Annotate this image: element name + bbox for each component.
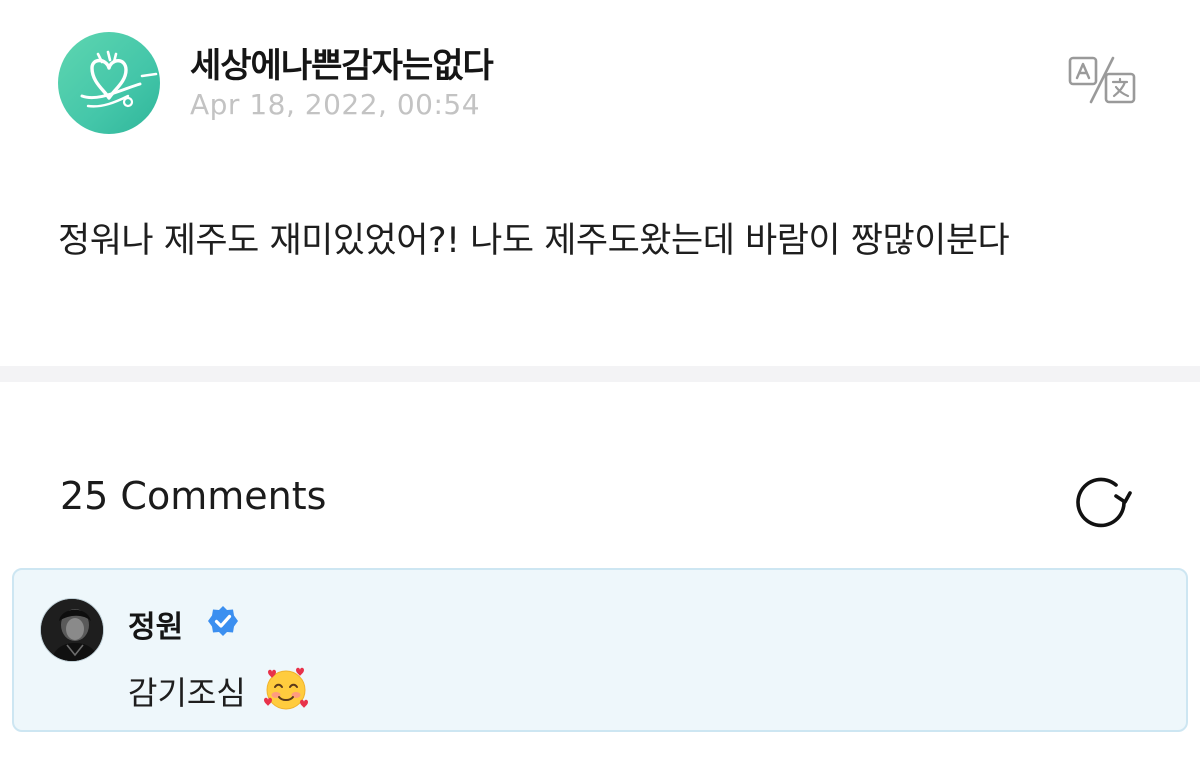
translate-button[interactable] (1066, 54, 1138, 106)
comment-card[interactable]: 정원 감기조심 (12, 568, 1188, 732)
smiling-face-with-hearts-icon (262, 664, 310, 712)
comments-header: 25 Comments (0, 382, 1200, 568)
post-author-avatar[interactable] (58, 32, 160, 134)
refresh-button[interactable] (1072, 474, 1132, 534)
post-body-text: 정워나 제주도 재미있었어?! 나도 제주도왔는데 바람이 짱많이분다 (58, 221, 1010, 261)
commenter-name[interactable]: 정원 (128, 602, 183, 646)
commenter-avatar[interactable] (40, 598, 104, 662)
comments-count: 25 Comments (60, 474, 327, 518)
post: 세상에나쁜감자는없다 Apr 18, 2022, 00:54 정워나 제주도 재… (0, 0, 1200, 366)
profile-photo-icon (41, 599, 103, 661)
comment-text: 감기조심 (128, 674, 246, 712)
verified-badge-icon (206, 604, 240, 638)
translate-icon (1068, 56, 1136, 104)
post-author-name[interactable]: 세상에나쁜감자는없다 (190, 38, 494, 87)
potato-heart-logo-icon (80, 50, 158, 108)
post-timestamp: Apr 18, 2022, 00:54 (190, 88, 481, 121)
section-divider (0, 366, 1200, 382)
refresh-icon (1076, 477, 1132, 528)
